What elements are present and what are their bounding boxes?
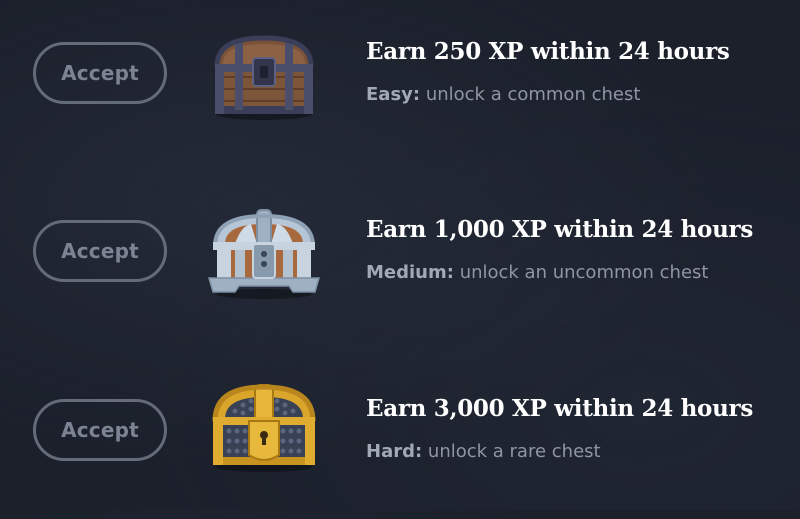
quest-title: Earn 250 XP within 24 hours (366, 38, 730, 65)
quest-title: Earn 3,000 XP within 24 hours (366, 395, 753, 422)
reward-text: unlock a common chest (425, 84, 641, 105)
difficulty-label: Medium: (366, 262, 454, 283)
accept-button[interactable]: Accept (33, 220, 167, 282)
quest-title: Earn 1,000 XP within 24 hours (366, 216, 753, 243)
rare-chest-icon (205, 377, 323, 473)
uncommon-chest-icon (205, 204, 323, 300)
common-chest-icon (205, 26, 323, 122)
accept-button[interactable]: Accept (33, 399, 167, 461)
quest-row-easy: Accept Earn 250 XP within 24 hours Easy:… (0, 35, 800, 162)
quest-description: Medium: unlock an uncommon chest (366, 262, 708, 283)
quest-row-hard: Accept Earn 3,000 XP within 24 hours Har… (0, 384, 800, 519)
quest-description: Easy: unlock a common chest (366, 84, 640, 105)
accept-button[interactable]: Accept (33, 42, 167, 104)
difficulty-label: Hard: (366, 441, 423, 462)
reward-text: unlock a rare chest (427, 441, 601, 462)
quest-row-medium: Accept Earn 1,000 XP within 24 hours Med… (0, 209, 800, 340)
quest-description: Hard: unlock a rare chest (366, 441, 601, 462)
difficulty-label: Easy: (366, 84, 421, 105)
reward-text: unlock an uncommon chest (459, 262, 709, 283)
